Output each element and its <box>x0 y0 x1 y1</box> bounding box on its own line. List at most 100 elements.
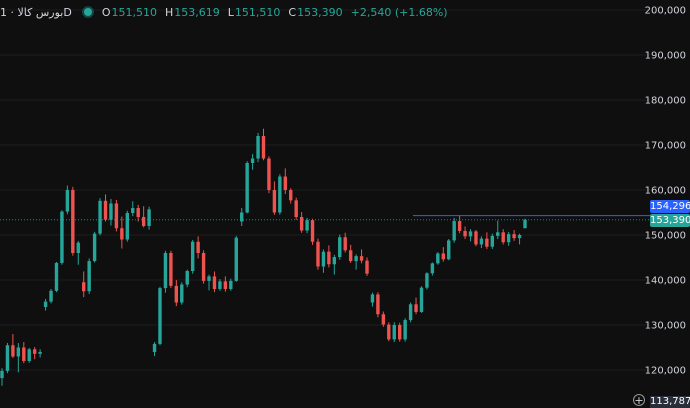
candle-body <box>294 200 298 217</box>
change-value: +2,540 (+1.68%) <box>350 5 448 19</box>
candle-body <box>365 260 369 274</box>
candle-body <box>0 370 4 379</box>
candle-body <box>414 304 418 312</box>
candle-body <box>457 221 462 231</box>
candle-body <box>278 176 282 213</box>
candle-body <box>163 253 168 289</box>
candle-body <box>387 324 391 340</box>
alert-price-tag[interactable]: 154,296 <box>650 200 690 213</box>
candle-body <box>403 320 407 340</box>
candle-body <box>447 240 451 260</box>
candle-body <box>223 281 228 289</box>
candle-body <box>98 200 102 234</box>
candle-body <box>174 285 179 303</box>
candle-body <box>468 231 473 237</box>
add-plus-icon[interactable]: + <box>633 394 645 406</box>
candle-body <box>43 301 48 307</box>
candle-body <box>316 241 320 267</box>
candle-body <box>430 263 435 274</box>
candle-body <box>272 190 277 213</box>
candle-body <box>71 190 75 253</box>
candle-body <box>76 242 80 253</box>
candle-body <box>147 209 151 226</box>
y-tick-label: 130,000 <box>645 321 686 332</box>
candle-body <box>408 304 413 321</box>
y-tick-label: 140,000 <box>645 276 686 287</box>
candle-body <box>512 234 516 239</box>
candle-body <box>359 256 364 261</box>
candle-body <box>397 325 402 340</box>
last-price-tag: 153,390 <box>650 214 690 227</box>
symbol-label[interactable]: بورس کالا · 1D <box>0 6 72 19</box>
candle-body <box>109 203 113 220</box>
chart-legend-header: بورس کالا · 1D O 151,510 H 153,619 L 151,51… <box>0 5 456 19</box>
candle-body <box>321 251 326 267</box>
candle-body <box>92 233 97 262</box>
close-label: C <box>288 5 297 19</box>
candle-body <box>103 200 108 220</box>
candle-body <box>256 136 260 159</box>
market-status-icon <box>83 8 92 16</box>
y-tick-label: 170,000 <box>645 141 686 152</box>
candle-body <box>201 253 206 281</box>
low-label: L <box>227 5 234 19</box>
candle-body <box>5 345 10 371</box>
candle-body <box>299 217 304 231</box>
candle-body <box>381 314 386 325</box>
candle-body <box>267 158 271 190</box>
candle-body <box>348 250 353 262</box>
candle-body <box>343 237 347 251</box>
candle-body <box>11 345 15 357</box>
y-tick-label: 160,000 <box>645 186 686 197</box>
candle-body <box>125 212 130 240</box>
candle-body <box>436 253 440 264</box>
candle-body <box>218 281 222 289</box>
y-tick-label: 180,000 <box>645 96 686 107</box>
candle-body <box>332 257 337 265</box>
candle-body <box>261 136 266 159</box>
candle-body <box>180 284 184 303</box>
candle-body <box>523 219 527 229</box>
low-value: 151,510 <box>234 5 281 19</box>
candle-body <box>82 282 86 292</box>
candle-body <box>283 176 287 190</box>
candle-body <box>229 280 233 289</box>
candlestick-chart[interactable]: 200,000 190,000 180,000 170,000 160,000 150,0… <box>0 0 690 406</box>
candle-body <box>310 220 315 242</box>
candle-body <box>479 238 484 245</box>
candle-body <box>517 235 522 239</box>
candle-body <box>392 325 396 340</box>
high-value: 153,619 <box>174 5 220 19</box>
candle-body <box>474 231 478 245</box>
candle-body <box>419 287 424 312</box>
candle-body <box>87 261 91 292</box>
candle-body <box>158 288 162 344</box>
candle-body <box>441 253 445 260</box>
candle-body <box>152 343 157 352</box>
candle-body <box>54 262 59 291</box>
candle-body <box>250 158 255 163</box>
candle-body <box>185 271 189 285</box>
candle-body <box>370 294 375 303</box>
candle-body <box>136 208 140 217</box>
candle-body <box>65 190 70 212</box>
close-value: 153,390 <box>297 5 343 19</box>
crosshair-price-tag: 113,787 <box>650 396 690 408</box>
candle-body <box>490 235 495 247</box>
candle-body <box>425 273 429 288</box>
candle-body <box>196 241 200 253</box>
candle-body <box>49 290 53 302</box>
candle-body <box>212 276 217 289</box>
candle-body <box>305 220 309 231</box>
y-tick-label: 190,000 <box>645 51 686 62</box>
candle-body <box>506 234 511 243</box>
candle-body <box>131 208 135 213</box>
candle-body <box>22 347 26 361</box>
candle-body <box>485 238 489 247</box>
candle-body <box>16 347 21 357</box>
open-label: O <box>101 5 111 19</box>
candle-body <box>32 349 37 354</box>
candle-body <box>376 294 380 315</box>
candle-body <box>289 190 293 201</box>
candle-body <box>207 276 211 281</box>
